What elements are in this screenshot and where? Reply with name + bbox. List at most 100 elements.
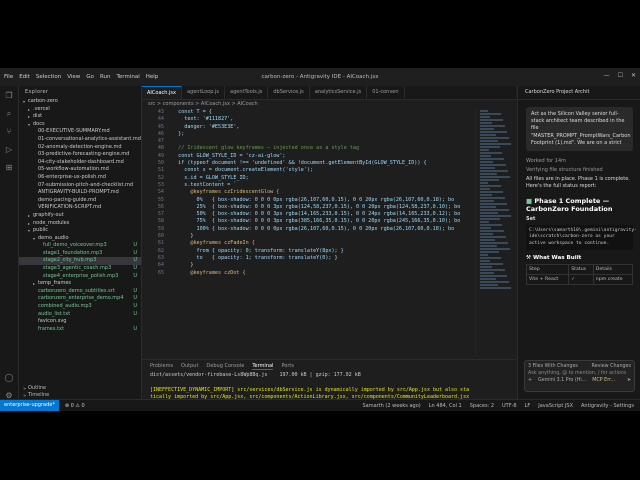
editor-tab[interactable]: agentLoop.js bbox=[182, 86, 226, 99]
file-item[interactable]: demo-pacing-guide.md bbox=[19, 197, 141, 205]
file-item[interactable]: audio_list.txt U bbox=[19, 311, 141, 319]
account-icon[interactable]: ◯ bbox=[5, 373, 14, 382]
panel-tab[interactable]: Ports bbox=[281, 363, 294, 369]
file-item[interactable]: ANTIGRAVITY-BUILD-PROMPT.md bbox=[19, 189, 141, 197]
file-item[interactable]: carbonzero_enterprise_demo.mp4 U bbox=[19, 295, 141, 303]
worked-for-label[interactable]: Worked for 14m bbox=[526, 158, 633, 165]
code-line: 54 @keyframes czIridescentGlow { bbox=[142, 189, 472, 196]
mcp-status[interactable]: MCP Err... bbox=[592, 378, 615, 383]
file-item[interactable]: 03-predictive-forecasting-engine.md bbox=[19, 151, 141, 159]
file-item[interactable]: 05-workflow-automation.md bbox=[19, 166, 141, 174]
cursor-position[interactable]: Ln 484, Col 1 bbox=[429, 403, 462, 409]
editor-tab[interactable]: 01-conven bbox=[367, 86, 405, 99]
file-item[interactable]: favicon.svg bbox=[19, 318, 141, 326]
explorer-icon[interactable]: ❐ bbox=[5, 91, 14, 100]
close-icon[interactable]: ✕ bbox=[631, 72, 636, 79]
code-text: const GLOW_STYLE_ID = 'cz-ai-glow'; bbox=[172, 152, 286, 159]
file-item[interactable]: carbonzero_demo_subtitles.srt U bbox=[19, 288, 141, 296]
panel-tab[interactable]: Problems bbox=[150, 363, 173, 369]
menu-file[interactable]: File bbox=[4, 74, 13, 80]
file-item[interactable]: stage4_enterprise_polish.mp3 U bbox=[19, 273, 141, 281]
chat-title: CarbonZero Project Archit bbox=[518, 86, 640, 100]
panel-tab[interactable]: Output bbox=[181, 363, 198, 369]
breadcrumb[interactable]: src > components > AICoach.jsx > AICoach bbox=[142, 100, 516, 109]
menu-view[interactable]: View bbox=[67, 74, 80, 80]
minimize-icon[interactable]: — bbox=[604, 72, 610, 79]
chat-input[interactable]: 3 Files With Changes Review Changes Ask … bbox=[524, 360, 635, 392]
menu-terminal[interactable]: Terminal bbox=[116, 74, 139, 80]
git-status-badge: U bbox=[133, 303, 137, 310]
folder-item[interactable]: ▾ demo_audio bbox=[19, 235, 141, 243]
add-context-icon[interactable]: + bbox=[528, 378, 532, 383]
folder-item[interactable]: ▸ dist bbox=[19, 113, 141, 121]
menu-help[interactable]: Help bbox=[146, 74, 159, 80]
file-item[interactable]: 07-submission-pitch-and-checklist.md bbox=[19, 182, 141, 190]
git-blame[interactable]: Samarth (2 weeks ago) bbox=[362, 403, 420, 409]
line-ending[interactable]: LF bbox=[525, 403, 531, 409]
menu-run[interactable]: Run bbox=[100, 74, 111, 80]
verify-status[interactable]: Verifying file structure finished bbox=[526, 167, 633, 174]
panel-tab[interactable]: Terminal bbox=[252, 363, 274, 370]
code-editor[interactable]: 43 const T = {44 text: '#111827', 45 dang… bbox=[142, 109, 472, 357]
review-changes-button[interactable]: Review Changes bbox=[591, 364, 631, 369]
folder-item[interactable]: ▸ node_modules bbox=[19, 220, 141, 228]
code-line: 57 50% { box-shadow: 0 0 0 3px rgba(14,1… bbox=[142, 211, 472, 218]
branch-indicator[interactable]: enterprise-upgrade* bbox=[0, 400, 59, 411]
file-item[interactable]: frames.txt U bbox=[19, 326, 141, 334]
source-control-icon[interactable]: ⑂ bbox=[5, 127, 14, 136]
model-selector[interactable]: Gemini 3.1 Pro (Hi... bbox=[538, 378, 586, 383]
send-icon[interactable]: ➤ bbox=[627, 378, 631, 383]
file-item[interactable]: full_demo_voiceover.mp3 U bbox=[19, 242, 141, 250]
menu-go[interactable]: Go bbox=[86, 74, 94, 80]
folder-item[interactable]: ▾ docs bbox=[19, 121, 141, 129]
file-item[interactable]: 00-EXECUTIVE-SUMMARY.md bbox=[19, 128, 141, 136]
minimap[interactable] bbox=[475, 109, 516, 357]
minimap-line bbox=[480, 251, 499, 253]
tree-item-label: stage4_enterprise_polish.mp3 bbox=[43, 272, 119, 279]
file-item[interactable]: 06-enterprise-ux-polish.md bbox=[19, 174, 141, 182]
folder-item[interactable]: ▸ .vercel bbox=[19, 106, 141, 114]
language-mode[interactable]: JavaScript JSX bbox=[538, 403, 573, 409]
folder-item[interactable]: ▾ public bbox=[19, 227, 141, 235]
maximize-icon[interactable]: ☐ bbox=[618, 72, 623, 79]
extensions-icon[interactable]: ⊞ bbox=[5, 163, 14, 172]
indent-setting[interactable]: Spaces: 2 bbox=[470, 403, 494, 409]
folder-item[interactable]: ▸ graphify-out bbox=[19, 212, 141, 220]
code-line: 63 to { opacity: 1; transform: translate… bbox=[142, 255, 472, 262]
folder-item[interactable]: ▸ temp_frames bbox=[19, 280, 141, 288]
menu-selection[interactable]: Selection bbox=[36, 74, 61, 80]
run-debug-icon[interactable]: ▷ bbox=[5, 145, 14, 154]
git-status-badge: U bbox=[133, 325, 137, 332]
code-line: 60 } bbox=[142, 233, 472, 240]
file-item[interactable]: 01-conversational-analytics-assistant.md bbox=[19, 136, 141, 144]
problems-count[interactable]: ⊗ 0 ⚠ 0 bbox=[65, 403, 85, 409]
git-status-badge: U bbox=[133, 272, 137, 279]
menu-edit[interactable]: Edit bbox=[19, 74, 30, 80]
file-item[interactable]: stage2_city_hub.mp3 U bbox=[19, 257, 141, 266]
tree-item-label: 01-conversational-analytics-assistant.md bbox=[38, 135, 141, 142]
encoding[interactable]: UTF-8 bbox=[502, 403, 517, 409]
editor-tab[interactable]: agentTools.js bbox=[225, 86, 269, 99]
code-line: 62 from { opacity: 0; transform: transla… bbox=[142, 248, 472, 255]
file-item[interactable]: stage3_agentic_coach.mp3 U bbox=[19, 265, 141, 273]
files-with-changes[interactable]: 3 Files With Changes bbox=[528, 364, 578, 369]
tree-item-label: 05-workflow-automation.md bbox=[38, 166, 109, 173]
line-number: 52 bbox=[157, 174, 164, 181]
file-item[interactable]: stage1_foundation.mp3 U bbox=[19, 250, 141, 258]
menu-bar: File Edit Selection View Go Run Terminal… bbox=[4, 74, 158, 80]
editor-tab[interactable]: AICoach.jsx bbox=[142, 86, 182, 99]
panel-tab[interactable]: Debug Console bbox=[206, 363, 244, 369]
outline-section[interactable]: > Outline bbox=[19, 385, 141, 393]
antigravity-settings[interactable]: Antigravity - Settings bbox=[581, 403, 634, 409]
file-item[interactable]: 04-city-stakeholder-dashboard.md bbox=[19, 159, 141, 167]
folder-item[interactable]: ▾ carbon-zero bbox=[19, 98, 141, 106]
minimap-line bbox=[480, 197, 505, 199]
file-item[interactable]: VERIFICATION-SCRIPT.md bbox=[19, 204, 141, 212]
file-item[interactable]: 02-anomaly-detection-engine.md bbox=[19, 144, 141, 152]
search-icon[interactable]: ⌕ bbox=[5, 109, 14, 118]
file-item[interactable]: combined_audio.mp3 U bbox=[19, 303, 141, 311]
editor-tab[interactable]: dbService.js bbox=[268, 86, 310, 99]
line-number: 61 bbox=[157, 240, 164, 247]
editor-tab[interactable]: analyticsService.js bbox=[310, 86, 368, 99]
